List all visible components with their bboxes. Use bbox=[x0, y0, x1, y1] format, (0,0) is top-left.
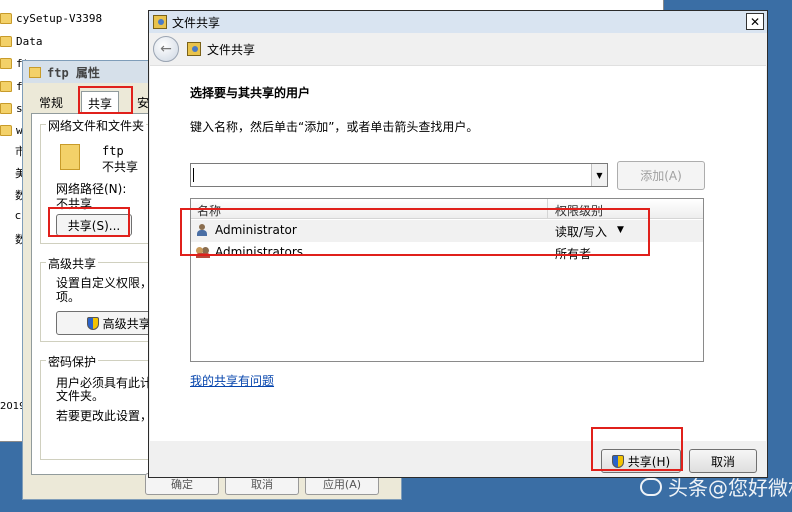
group-title: 网络文件和文件夹 bbox=[46, 117, 147, 134]
instruction-text: 键入名称，然后单击“添加”，或者单击箭头查找用户。 bbox=[190, 120, 479, 134]
close-button[interactable]: ✕ bbox=[746, 13, 764, 30]
tab-share[interactable]: 共享 bbox=[81, 91, 120, 113]
share-confirm-label: 共享(H) bbox=[627, 454, 671, 469]
folder-icon bbox=[0, 124, 12, 136]
folder-name: ftp bbox=[102, 144, 124, 158]
add-button[interactable]: 添加(A) bbox=[617, 161, 705, 190]
permission-level: 所有者 bbox=[555, 247, 592, 261]
text-cursor bbox=[193, 168, 194, 182]
user-name-combobox[interactable]: ▼ bbox=[190, 163, 608, 187]
permission-dropdown-icon[interactable]: ▼ bbox=[617, 225, 624, 235]
column-header-permission[interactable]: 权限级别 bbox=[555, 202, 603, 219]
folder-status: 不共享 bbox=[102, 160, 139, 174]
permission-level[interactable]: 读取/写入 bbox=[555, 223, 607, 240]
back-button[interactable]: ← bbox=[153, 36, 179, 62]
tab-general[interactable]: 常规 bbox=[33, 91, 69, 113]
page-heading: 选择要与其共享的用户 bbox=[190, 86, 311, 100]
folder-icon bbox=[0, 35, 12, 47]
group-icon bbox=[196, 246, 210, 258]
dialog-title: 文件共享 bbox=[172, 15, 221, 30]
column-divider[interactable] bbox=[547, 199, 548, 219]
group-title: 密码保护 bbox=[46, 353, 99, 370]
share-button[interactable]: 共享(S)... bbox=[56, 214, 132, 236]
user-name: Administrator bbox=[215, 223, 297, 237]
explorer-item-label: c bbox=[15, 209, 22, 222]
group-title: 高级共享 bbox=[46, 255, 99, 272]
dialog-cancel-button[interactable]: 取消 bbox=[689, 449, 757, 473]
folder-icon bbox=[0, 12, 12, 24]
dialog-titlebar: 文件共享 ✕ bbox=[149, 11, 767, 33]
explorer-item-label: cySetup-V3398 bbox=[16, 11, 103, 25]
password-text: 若要更改此设置， bbox=[56, 409, 153, 423]
user-name: Administrators bbox=[215, 245, 304, 259]
watermark: 头条@您好微机 bbox=[640, 472, 792, 501]
list-header: 名称 权限级别 bbox=[191, 199, 703, 219]
folder-icon bbox=[29, 66, 41, 78]
dialog-content: 选择要与其共享的用户 键入名称，然后单击“添加”，或者单击箭头查找用户。 ▼ 添… bbox=[150, 65, 766, 441]
user-list: 名称 权限级别 Administrator 读取/写入 ▼ Administra… bbox=[190, 198, 704, 362]
file-sharing-icon bbox=[153, 15, 167, 29]
folder-icon bbox=[0, 57, 12, 69]
uac-shield-icon bbox=[611, 454, 624, 468]
folder-icon bbox=[60, 144, 80, 170]
uac-shield-icon bbox=[86, 316, 99, 330]
network-path-value: 不共享 bbox=[56, 197, 93, 211]
user-row[interactable]: Administrators 所有者 bbox=[191, 242, 703, 264]
nav-title: 文件共享 bbox=[207, 42, 256, 57]
column-header-name[interactable]: 名称 bbox=[197, 202, 221, 219]
explorer-item[interactable]: f bbox=[0, 76, 23, 96]
file-sharing-dialog: 文件共享 ✕ ← 文件共享 选择要与其共享的用户 键入名称，然后单击“添加”，或… bbox=[148, 10, 768, 478]
folder-icon bbox=[0, 102, 12, 114]
chevron-down-icon: ▼ bbox=[596, 170, 603, 180]
explorer-item[interactable]: w bbox=[0, 120, 23, 140]
advanced-text: 项。 bbox=[56, 290, 81, 304]
dropdown-arrow[interactable]: ▼ bbox=[591, 164, 607, 186]
share-confirm-button[interactable]: 共享(H) bbox=[601, 449, 681, 473]
explorer-item[interactable]: Data bbox=[0, 31, 43, 51]
help-link[interactable]: 我的共享有问题 bbox=[190, 372, 274, 389]
back-arrow-icon: ← bbox=[160, 41, 172, 57]
folder-icon bbox=[0, 80, 12, 92]
chat-bubble-icon bbox=[640, 477, 662, 496]
user-row[interactable]: Administrator 读取/写入 ▼ bbox=[191, 220, 703, 242]
navigation-bar: ← 文件共享 bbox=[149, 33, 767, 65]
explorer-item[interactable]: cySetup-V3398 bbox=[0, 8, 102, 28]
close-icon: ✕ bbox=[749, 14, 761, 29]
password-text: 文件夹。 bbox=[56, 389, 105, 403]
file-sharing-icon bbox=[187, 42, 201, 56]
explorer-item-label: Data bbox=[16, 34, 43, 48]
watermark-text: 头条@您好微机 bbox=[668, 476, 792, 500]
user-icon bbox=[197, 224, 207, 236]
explorer-item[interactable]: s bbox=[0, 98, 23, 118]
properties-title: ftp 属性 bbox=[47, 65, 100, 80]
